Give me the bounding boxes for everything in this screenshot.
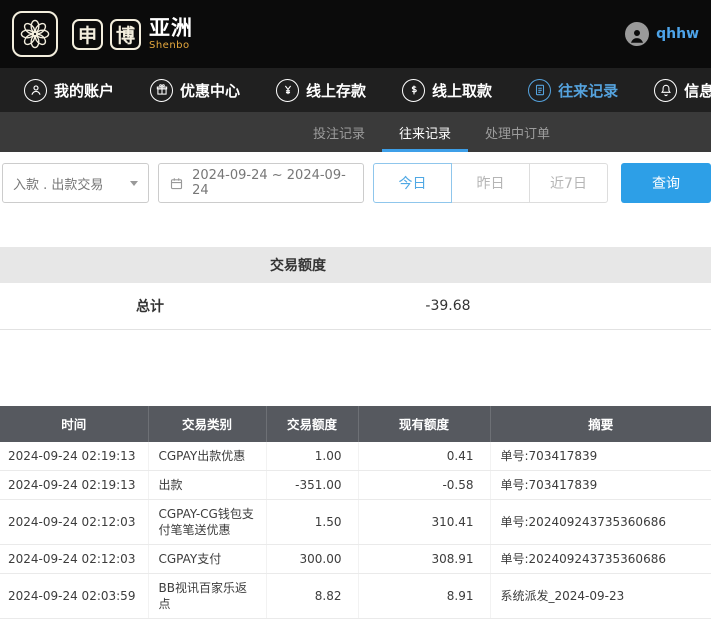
table-row: 2024-09-24 02:19:13CGPAY出款优惠1.000.41单号:7… [0,442,711,471]
brand-region: 亚洲 [149,17,193,40]
quick-range-today[interactable]: 今日 [373,163,452,203]
search-button[interactable]: 查询 [621,163,711,203]
brand-char-1: 申 [72,19,103,50]
calendar-icon [169,176,184,191]
cell-amount: 1.00 [266,442,358,471]
cell-balance: -0.58 [358,470,490,499]
quick-range-yesterday[interactable]: 昨日 [451,163,530,203]
user-icon [24,79,47,102]
quick-range-last7days[interactable]: 近7日 [529,163,608,203]
tab-bet-records[interactable]: 投注记录 [296,112,382,152]
brand-char-2: 博 [110,19,141,50]
summary-total-label: 总计 [0,283,300,329]
brand-logo[interactable]: 申 博 亚洲 Shenbo [12,11,193,57]
cell-note: 系统派发_2024-09-23 [490,573,711,618]
deposit-coin-icon [276,79,299,102]
summary-section: 交易额度 总计 -39.68 [0,247,711,330]
cell-note: 单号:703417839 [490,470,711,499]
tab-transaction-records[interactable]: 往来记录 [382,112,468,152]
main-nav: 我的账户 优惠中心 线上存款 线上取款 往来记录 信息 [0,68,711,112]
table-row: 2024-09-24 02:19:13出款-351.00-0.58单号:7034… [0,470,711,499]
column-header-1: 交易类别 [148,406,266,442]
nav-item-promotions[interactable]: 优惠中心 [132,68,258,112]
nav-item-label: 优惠中心 [180,80,240,101]
nav-item-records[interactable]: 往来记录 [510,68,636,112]
nav-item-messages[interactable]: 信息 [636,68,711,112]
records-table: 时间交易类别交易额度现有额度摘要 2024-09-24 02:19:13CGPA… [0,406,711,619]
username: qhhw [656,26,699,42]
cell-balance: 308.91 [358,544,490,573]
cell-time: 2024-09-24 02:03:59 [0,573,148,618]
page: 申 博 亚洲 Shenbo qhhw 我的账户优惠中心线上存款线上取款往来记录信… [0,0,711,638]
nav-item-label: 线上存款 [306,80,366,101]
column-header-4: 摘要 [490,406,711,442]
nav-item-withdraw[interactable]: 线上取款 [384,68,510,112]
records-body: 2024-09-24 02:19:13CGPAY出款优惠1.000.41单号:7… [0,442,711,619]
nav-item-label: 信息 [684,80,711,101]
filter-bar: 入款 . 出款交易 2024-09-24 ~ 2024-09-24 今日昨日近7… [0,152,711,215]
summary-header-row: 交易额度 [0,247,711,283]
cell-time: 2024-09-24 02:12:03 [0,499,148,544]
summary-row-spacer [596,283,711,329]
cell-amount: 1.50 [266,499,358,544]
nav-item-label: 往来记录 [558,80,618,101]
cell-amount: -351.00 [266,470,358,499]
cell-note: 单号:703417839 [490,442,711,471]
brand-text: 亚洲 Shenbo [149,17,193,52]
cell-amount: 8.82 [266,573,358,618]
table-row: 2024-09-24 02:03:59BB视讯百家乐返点8.828.91系统派发… [0,573,711,618]
cell-balance: 310.41 [358,499,490,544]
flower-icon [12,11,58,57]
summary-total-value: -39.68 [300,283,596,329]
table-row: 2024-09-24 02:12:03CGPAY支付300.00308.91单号… [0,544,711,573]
nav-item-label: 我的账户 [54,80,114,101]
sub-nav: 投注记录往来记录处理中订单 [0,112,711,152]
cell-balance: 8.91 [358,573,490,618]
nav-item-deposit[interactable]: 线上存款 [258,68,384,112]
cell-category: 出款 [148,470,266,499]
column-header-0: 时间 [0,406,148,442]
cell-time: 2024-09-24 02:19:13 [0,470,148,499]
cell-note: 单号:202409243735360686 [490,544,711,573]
summary-total-row: 总计 -39.68 [0,283,711,329]
cell-note: 单号:202409243735360686 [490,499,711,544]
records-header-row: 时间交易类别交易额度现有额度摘要 [0,406,711,442]
transaction-type-value: 入款 . 出款交易 [13,174,103,193]
cell-category: CGPAY出款优惠 [148,442,266,471]
bell-icon [654,79,677,102]
summary-header: 交易额度 [0,247,596,283]
nav-item-label: 线上取款 [432,80,492,101]
records-section: 时间交易类别交易额度现有额度摘要 2024-09-24 02:19:13CGPA… [0,406,711,619]
column-header-2: 交易额度 [266,406,358,442]
records-icon [528,79,551,102]
cell-category: BB视讯百家乐返点 [148,573,266,618]
cell-category: CGPAY-CG钱包支付笔笔送优惠 [148,499,266,544]
cell-time: 2024-09-24 02:19:13 [0,442,148,471]
brand-subtitle: Shenbo [149,40,193,52]
date-range-value: 2024-09-24 ~ 2024-09-24 [192,168,353,198]
nav-item-account[interactable]: 我的账户 [6,68,132,112]
table-row: 2024-09-24 02:12:03CGPAY-CG钱包支付笔笔送优惠1.50… [0,499,711,544]
user-menu[interactable]: qhhw [625,22,699,46]
chevron-down-icon [130,181,138,186]
cell-category: CGPAY支付 [148,544,266,573]
summary-header-spacer [596,247,711,283]
cell-amount: 300.00 [266,544,358,573]
column-header-3: 现有额度 [358,406,490,442]
cell-time: 2024-09-24 02:12:03 [0,544,148,573]
cell-balance: 0.41 [358,442,490,471]
withdraw-coin-icon [402,79,425,102]
tab-pending-orders[interactable]: 处理中订单 [468,112,567,152]
date-range-input[interactable]: 2024-09-24 ~ 2024-09-24 [158,163,364,203]
quick-range-group: 今日昨日近7日 [373,163,608,203]
transaction-type-select[interactable]: 入款 . 出款交易 [2,163,149,203]
gift-icon [150,79,173,102]
user-avatar-icon [625,22,649,46]
top-header: 申 博 亚洲 Shenbo qhhw [0,0,711,68]
